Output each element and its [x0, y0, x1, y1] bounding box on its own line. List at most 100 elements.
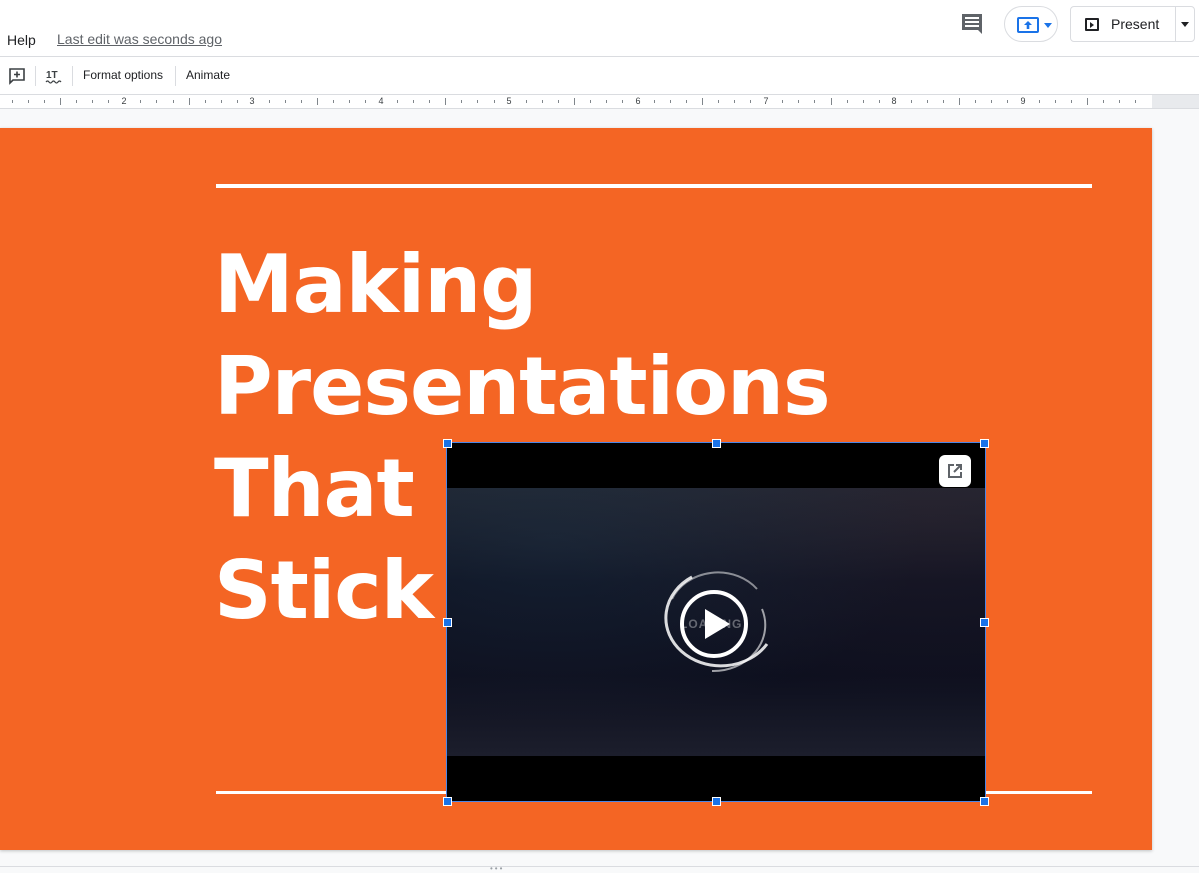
ruler-tick: [863, 100, 864, 103]
ruler-label: 3: [249, 96, 255, 106]
present-label: Present: [1111, 16, 1160, 32]
open-in-new-button[interactable]: [939, 455, 971, 487]
slide[interactable]: Making Presentations That Stick LOADING: [0, 128, 1152, 850]
ruler-tick: [831, 98, 832, 105]
ruler-tick: [349, 100, 350, 103]
ruler-tick: [76, 100, 77, 103]
svg-text:1T: 1T: [46, 70, 58, 81]
ruler-tick: [590, 100, 591, 103]
decorative-line-top: [216, 184, 1092, 188]
last-edit-link[interactable]: Last edit was seconds ago: [57, 31, 222, 47]
ruler-tick: [622, 100, 623, 103]
animate-button[interactable]: Animate: [186, 68, 230, 82]
ruler-tick: [943, 100, 944, 103]
ruler-tick: [574, 98, 575, 105]
resize-handle-top-left[interactable]: [443, 439, 452, 448]
present-options-dropdown[interactable]: [1175, 7, 1195, 41]
present-group: Present: [1070, 6, 1195, 42]
ruler-tick: [702, 98, 703, 105]
ruler-tick: [397, 100, 398, 103]
ruler-tick: [1135, 100, 1136, 103]
ruler-tick: [542, 100, 543, 103]
toolbar: 1T Format options Animate: [0, 57, 1199, 95]
resize-handle-bottom-left[interactable]: [443, 797, 452, 806]
ruler-tick: [1103, 100, 1104, 103]
resize-handle-top[interactable]: [712, 439, 721, 448]
ruler-tick: [140, 100, 141, 103]
ruler-tick: [413, 100, 414, 103]
ruler-tick: [285, 100, 286, 103]
ruler-tick: [237, 100, 238, 103]
ruler-tick: [28, 100, 29, 103]
ruler-tick: [365, 100, 366, 103]
ruler-tick: [92, 100, 93, 103]
present-icon: [1085, 18, 1099, 31]
ruler-track: 2 3 4 5 6 7 8 9: [0, 95, 1152, 108]
ruler-tick: [429, 100, 430, 103]
ruler-tick: [173, 100, 174, 103]
ruler-tick: [269, 100, 270, 103]
ruler-tick: [814, 100, 815, 103]
ruler-tick: [847, 100, 848, 103]
ruler-label: 4: [378, 96, 384, 106]
spelling-button[interactable]: 1T: [44, 66, 64, 86]
ruler-tick: [1007, 100, 1008, 103]
ruler-tick: [1071, 100, 1072, 103]
ruler-tick: [1039, 100, 1040, 103]
toolbar-separator: [35, 66, 36, 86]
ruler-tick: [782, 100, 783, 103]
top-bar: Help Last edit was seconds ago Present: [0, 0, 1199, 57]
embedded-video[interactable]: LOADING: [446, 442, 986, 802]
ruler-tick: [718, 100, 719, 103]
ruler-tick: [927, 100, 928, 103]
present-button[interactable]: Present: [1071, 7, 1175, 41]
menu-help[interactable]: Help: [7, 32, 36, 48]
ruler-label: 5: [506, 96, 512, 106]
ruler-tick: [301, 100, 302, 103]
ruler-tick: [494, 100, 495, 103]
ruler-tick: [606, 100, 607, 103]
speaker-notes-divider[interactable]: [0, 866, 1199, 870]
ruler-tick: [975, 100, 976, 103]
ruler-tick: [44, 100, 45, 103]
ruler-tick: [670, 100, 671, 103]
title-line: Making: [214, 238, 537, 331]
ruler-label: 2: [121, 96, 127, 106]
ruler-label: 8: [891, 96, 897, 106]
resize-handle-left[interactable]: [443, 618, 452, 627]
play-button[interactable]: LOADING: [652, 569, 776, 679]
move-to-device-icon: [1017, 17, 1039, 33]
resize-handle-top-right[interactable]: [980, 439, 989, 448]
comments-icon: [962, 14, 982, 34]
ruler-tick: [750, 100, 751, 103]
ruler-tick: [798, 100, 799, 103]
add-comment-button[interactable]: [7, 66, 27, 86]
ruler-tick: [333, 100, 334, 103]
ruler-tick: [558, 100, 559, 103]
horizontal-ruler[interactable]: 2 3 4 5 6 7 8 9: [0, 95, 1199, 109]
ruler-tick: [911, 100, 912, 103]
ruler-tick: [477, 100, 478, 103]
resize-handle-bottom-right[interactable]: [980, 797, 989, 806]
ruler-tick: [60, 98, 61, 105]
ruler-tick: [189, 98, 190, 105]
ruler-tick: [1119, 100, 1120, 103]
ruler-tick: [991, 100, 992, 103]
toolbar-separator: [72, 66, 73, 86]
ruler-label: 7: [763, 96, 769, 106]
resize-handle-right[interactable]: [980, 618, 989, 627]
ruler-tick: [445, 98, 446, 105]
drag-handle-icon[interactable]: •••: [490, 865, 504, 873]
ruler-tick: [526, 100, 527, 103]
play-icon: [680, 590, 748, 658]
move-to-device-button[interactable]: [1004, 6, 1058, 42]
ruler-tick: [317, 98, 318, 105]
format-options-button[interactable]: Format options: [83, 68, 163, 82]
ruler-tick: [879, 100, 880, 103]
ruler-tick: [654, 100, 655, 103]
add-comment-icon: [9, 68, 25, 85]
toolbar-separator: [175, 66, 176, 86]
ruler-label: 6: [635, 96, 641, 106]
resize-handle-bottom[interactable]: [712, 797, 721, 806]
comments-button[interactable]: [958, 11, 986, 37]
